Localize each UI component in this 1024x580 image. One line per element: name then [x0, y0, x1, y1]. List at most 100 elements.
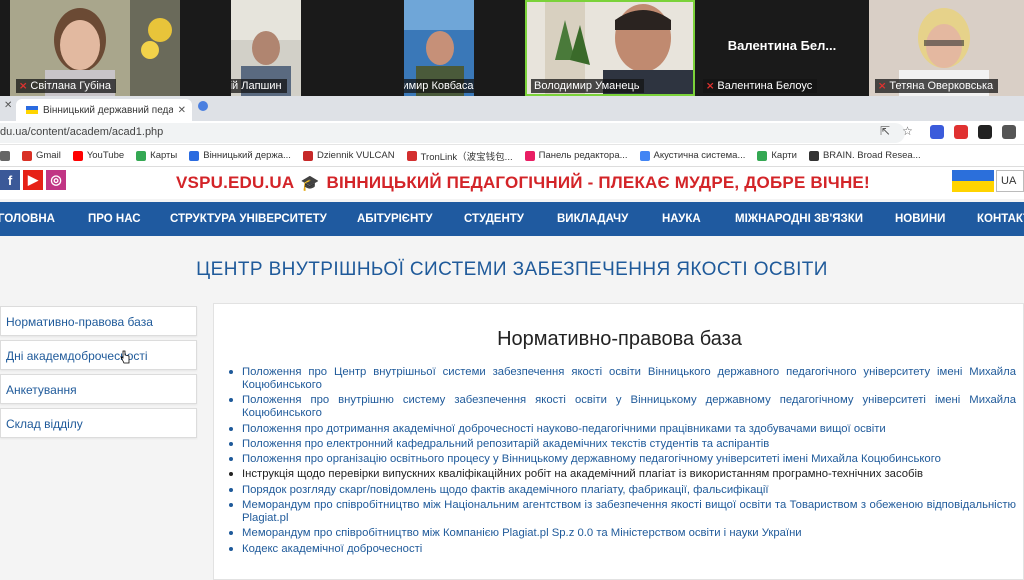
ukraine-flag-favicon-icon	[26, 106, 38, 114]
participant-name: Володимир Уманець	[531, 79, 645, 93]
maps-icon	[757, 150, 768, 161]
participant-tile[interactable]: ⨯Володимир Ковбаса	[404, 0, 474, 96]
document-link[interactable]: Положення про організацію освітнього про…	[226, 453, 1016, 466]
content-title: Нормативно-правова база	[497, 328, 742, 350]
extension-icon[interactable]	[930, 125, 944, 139]
bookmark-label: Карти	[771, 150, 797, 161]
mic-off-icon: ⨯	[706, 80, 715, 92]
participant-name: ⨯ Світлана Губіна	[16, 79, 116, 93]
instagram-icon[interactable]: ◎	[46, 170, 66, 190]
gmail-icon	[22, 150, 32, 161]
share-icon[interactable]: ⇱	[880, 124, 890, 138]
participant-name: ⨯Сергій Лапшин	[231, 79, 287, 93]
nav-item-about[interactable]: ПРО НАС	[88, 213, 141, 225]
page-title: ЦЕНТР ВНУТРІШНЬОЇ СИСТЕМИ ЗАБЕЗПЕЧЕННЯ Я…	[196, 259, 828, 280]
bookmark-label: Акустична система...	[653, 150, 746, 161]
nav-item-teachers[interactable]: ВИКЛАДАЧУ	[557, 213, 628, 225]
mouse-pointer-hand-icon	[120, 350, 130, 364]
youtube-icon[interactable]: ▶	[23, 170, 43, 190]
document-link[interactable]: Положення про внутрішню систему забезпеч…	[226, 394, 1016, 420]
document-link: Інструкція щодо перевірки випускних квал…	[226, 468, 1016, 481]
nav-item-structure[interactable]: СТРУКТУРА УНІВЕРСИТЕТУ	[170, 213, 327, 225]
bookmark-label: BRAIN. Broad Resea...	[822, 150, 921, 161]
new-tab-favicon-icon[interactable]	[198, 101, 208, 111]
bookmark-label: YouTube	[86, 150, 125, 161]
nav-item-international[interactable]: МІЖНАРОДНІ ЗВ'ЯЗКИ	[735, 213, 863, 225]
participant-name: ⨯ Тетяна Оверковська	[875, 79, 999, 93]
sidebar-item-staff[interactable]: Склад відділу	[0, 408, 197, 438]
bookmark-item[interactable]: Gmail	[22, 150, 61, 161]
bookmark-label: Dziennik VULCAN	[316, 150, 395, 161]
bookmark-item[interactable]: Карти	[757, 150, 797, 161]
participant-tile[interactable]: Валентина Бел... ⨯ Валентина Белоус	[697, 0, 867, 96]
video-participants-strip: ⨯Світлана Губіна ⨯Сергій Лапшин ⨯Володим…	[0, 0, 1024, 96]
participant-tile[interactable]: ⨯ Світлана Губіна	[10, 0, 180, 96]
bookmark-item[interactable]: Карты	[136, 150, 177, 161]
vulcan-icon	[302, 150, 313, 161]
brain-icon	[808, 150, 819, 161]
sidebar-item-regulatory-base[interactable]: Нормативно-правова база	[0, 306, 197, 336]
document-link[interactable]: Кодекс академічної доброчесності	[226, 543, 1016, 556]
nav-item-news[interactable]: НОВИНИ	[895, 213, 945, 225]
tronlink-icon	[406, 150, 417, 161]
maps-icon	[136, 150, 147, 161]
url-input[interactable]: du.ua/content/academ/acad1.php	[0, 123, 905, 143]
bookmark-star-icon[interactable]: ☆	[902, 124, 913, 138]
site-slogan: ВІННИЦЬКИЙ ПЕДАГОГІЧНИЙ - ПЛЕКАЄ МУДРЕ, …	[326, 173, 870, 192]
nav-item-contacts[interactable]: КОНТАКТИ	[977, 213, 1024, 225]
browser-tab-active[interactable]: Вінницький державний педаго ✕	[16, 99, 192, 121]
bookmarks-bar: Gmail YouTube Карты Вінницький держа... Dzie…	[0, 145, 1024, 167]
document-link[interactable]: Положення про Центр внутрішньої системи …	[226, 366, 1016, 392]
document-link[interactable]: Положення про електронний кафедральний р…	[226, 438, 1016, 451]
document-link[interactable]: Меморандум про співробітництво між Компа…	[226, 527, 1016, 540]
document-link[interactable]: Меморандум про співробітництво між Націо…	[226, 499, 1016, 525]
bookmark-label: TronLink（波宝钱包...	[420, 151, 513, 163]
bookmark-item[interactable]: Панель редактора...	[524, 150, 628, 161]
google-icon	[639, 150, 650, 161]
nav-item-applicants[interactable]: АБІТУРІЄНТУ	[357, 213, 432, 225]
nav-item-science[interactable]: НАУКА	[662, 213, 701, 225]
participant-tile[interactable]: ⨯Сергій Лапшин	[231, 0, 301, 96]
bookmark-label: Панель редактора...	[538, 150, 628, 161]
bookmark-item[interactable]: TronLink（波宝钱包...	[406, 149, 513, 163]
editor-icon	[524, 150, 535, 161]
address-bar: du.ua/content/academ/acad1.php ⇱ ☆	[0, 121, 1024, 145]
participant-tile-active-speaker[interactable]: Володимир Уманець	[525, 0, 695, 96]
document-link[interactable]: Порядок розгляду скарг/повідомлень щодо …	[226, 484, 1016, 497]
participant-name: ⨯Володимир Ковбаса	[404, 79, 474, 93]
facebook-icon[interactable]: f	[0, 170, 20, 190]
participant-tile[interactable]: ⨯ Тетяна Оверковська	[869, 0, 1024, 96]
bookmark-item[interactable]: BRAIN. Broad Resea...	[808, 150, 921, 161]
bookmark-item[interactable]	[0, 150, 10, 161]
extensions-puzzle-icon[interactable]	[1002, 125, 1016, 139]
bookmark-label: Вінницький держа...	[203, 150, 291, 161]
nav-item-home[interactable]: ГОЛОВНА	[0, 213, 55, 225]
bookmark-label: Gmail	[36, 150, 61, 161]
main-navigation: ГОЛОВНА ПРО НАС СТРУКТУРА УНІВЕРСИТЕТУ А…	[0, 202, 1024, 236]
mic-off-icon: ⨯	[878, 80, 887, 92]
bookmark-item[interactable]: Dziennik VULCAN	[302, 150, 395, 161]
web-page: f ▶ ◎ VSPU.EDU.UA 🎓 ВІННИЦЬКИЙ ПЕДАГОГІЧ…	[0, 167, 1024, 580]
browser-tab-bar: Вінницький державний педаго ✕ ✕	[0, 96, 1024, 121]
close-tab-icon[interactable]: ✕	[178, 105, 186, 116]
close-icon[interactable]: ✕	[4, 100, 12, 111]
document-link[interactable]: Положення про дотримання академічної доб…	[226, 423, 1016, 436]
language-select[interactable]: UA	[996, 170, 1024, 192]
sidebar: Нормативно-правова база Дні академдоброч…	[0, 306, 197, 442]
site-header: f ▶ ◎ VSPU.EDU.UA 🎓 ВІННИЦЬКИЙ ПЕДАГОГІЧ…	[0, 167, 1024, 199]
extension-icon[interactable]	[954, 125, 968, 139]
sidebar-item-integrity-days[interactable]: Дні академдоброчесності	[0, 340, 197, 370]
youtube-icon	[72, 150, 83, 161]
nav-item-students[interactable]: СТУДЕНТУ	[464, 213, 524, 225]
extension-icon[interactable]	[978, 125, 992, 139]
bookmark-item[interactable]: Вінницький держа...	[189, 150, 291, 161]
sidebar-item-surveys[interactable]: Анкетування	[0, 374, 197, 404]
participant-name: ⨯ Валентина Белоус	[703, 79, 818, 93]
main-content: Нормативно-правова база Положення про Це…	[213, 303, 1024, 580]
participant-display-name: Валентина Бел...	[727, 38, 837, 53]
mic-off-icon: ⨯	[19, 80, 28, 92]
site-domain: VSPU.EDU.UA	[176, 173, 294, 192]
bookmark-item[interactable]: Акустична система...	[639, 150, 746, 161]
vspu-icon	[189, 150, 200, 161]
bookmark-item[interactable]: YouTube	[72, 150, 125, 161]
